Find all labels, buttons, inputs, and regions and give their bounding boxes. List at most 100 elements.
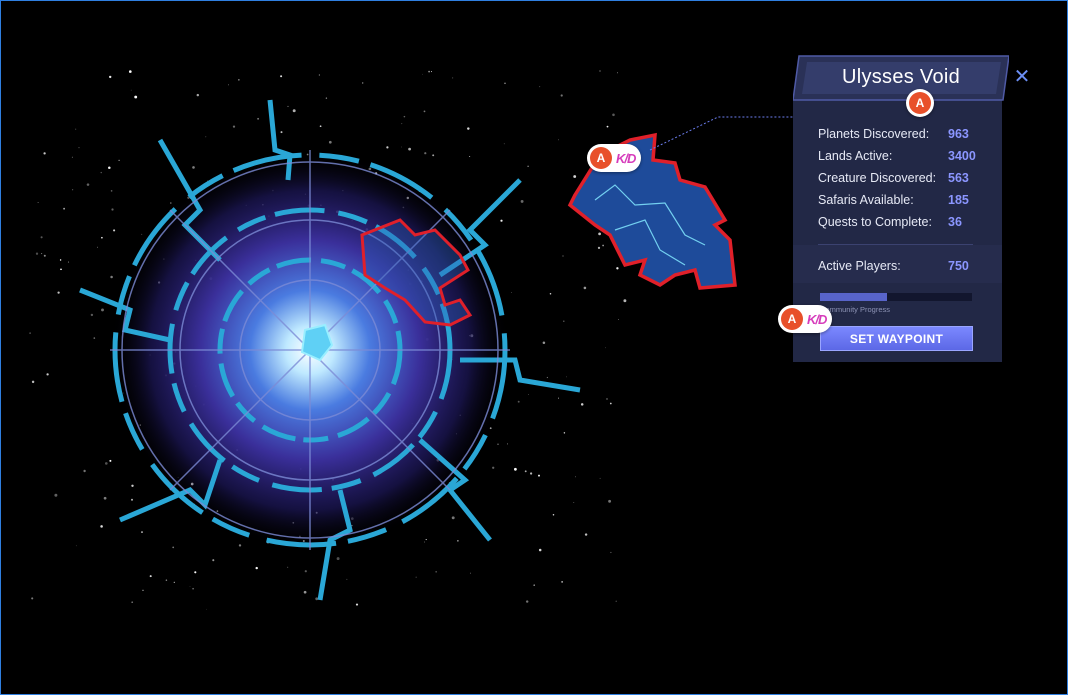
progress-fill (820, 293, 887, 301)
star (257, 117, 260, 120)
star (336, 557, 340, 561)
star (428, 70, 430, 73)
star (131, 498, 133, 501)
star (457, 540, 459, 542)
kd-logo-icon: K/D (616, 150, 636, 166)
star (212, 559, 215, 562)
active-players-value: 750 (948, 259, 969, 273)
avatar-icon: A (590, 147, 612, 169)
star (232, 125, 236, 128)
star (533, 584, 535, 586)
star (75, 128, 77, 130)
galaxy-map[interactable] (20, 60, 640, 620)
star (37, 202, 39, 203)
star (609, 402, 612, 405)
star (29, 332, 31, 334)
star (435, 571, 437, 573)
star (573, 502, 575, 503)
star (59, 259, 62, 261)
set-waypoint-button[interactable]: SET WAYPOINT (820, 326, 973, 351)
star (63, 207, 65, 210)
star (93, 337, 96, 339)
star (206, 608, 208, 610)
close-icon[interactable]: ✕ (1012, 67, 1032, 87)
star (539, 86, 541, 88)
star (469, 572, 471, 574)
star (599, 70, 601, 72)
star (318, 74, 320, 76)
star (57, 291, 60, 294)
star (546, 376, 549, 379)
stat-value: 963 (948, 127, 969, 141)
star (111, 208, 114, 211)
user-badge-title[interactable]: A (906, 89, 934, 117)
star (130, 89, 132, 91)
star (287, 105, 289, 107)
star (584, 533, 588, 536)
star (128, 70, 132, 73)
star (403, 115, 406, 118)
star (60, 268, 62, 271)
star (529, 472, 533, 475)
star (615, 600, 617, 602)
star (605, 347, 607, 349)
avatar-icon: A (909, 92, 931, 114)
star (423, 541, 426, 543)
star (101, 236, 103, 239)
star (401, 146, 403, 148)
star (31, 380, 35, 384)
star (612, 113, 615, 117)
star (610, 551, 612, 554)
stat-value: 185 (948, 193, 969, 207)
star (228, 84, 229, 86)
star (141, 531, 143, 534)
user-badge-progress[interactable]: A K/D (778, 305, 833, 333)
star (408, 147, 411, 151)
star (497, 443, 499, 445)
stat-label: Lands Active: (818, 149, 893, 163)
star (362, 82, 364, 84)
star (560, 94, 563, 97)
star (425, 539, 427, 541)
community-progress-bar (820, 293, 972, 301)
star (118, 159, 120, 162)
star (500, 219, 503, 222)
star (304, 570, 307, 573)
star (110, 275, 113, 279)
stats-list: Planets Discovered: 963 Lands Active: 34… (818, 123, 998, 233)
star (100, 525, 103, 528)
star (46, 373, 49, 376)
star (101, 308, 104, 312)
star (538, 548, 542, 552)
star (303, 590, 307, 594)
stat-value: 36 (948, 215, 962, 229)
user-badge-sector[interactable]: A K/D (587, 144, 642, 172)
stat-row-creatures: Creature Discovered: 563 (818, 167, 998, 189)
star (527, 165, 529, 168)
star (325, 97, 328, 99)
star (451, 516, 455, 520)
star (525, 600, 529, 603)
star (618, 319, 620, 320)
star (103, 496, 107, 500)
star (43, 254, 46, 257)
star (75, 545, 77, 547)
star (109, 459, 112, 462)
detached-sector[interactable] (555, 125, 755, 295)
star (170, 202, 172, 204)
star (452, 77, 454, 79)
stat-row-quests: Quests to Complete: 36 (818, 211, 998, 233)
star (319, 125, 322, 128)
star (287, 566, 289, 568)
active-players-row: Active Players: 750 (818, 255, 998, 277)
star (538, 474, 540, 477)
star (552, 513, 555, 516)
star (131, 601, 134, 604)
stat-row-lands: Lands Active: 3400 (818, 145, 998, 167)
star (346, 578, 348, 580)
star (507, 443, 509, 445)
star (432, 154, 435, 157)
star (524, 470, 527, 473)
avatar-icon: A (781, 308, 803, 330)
star (561, 581, 563, 583)
